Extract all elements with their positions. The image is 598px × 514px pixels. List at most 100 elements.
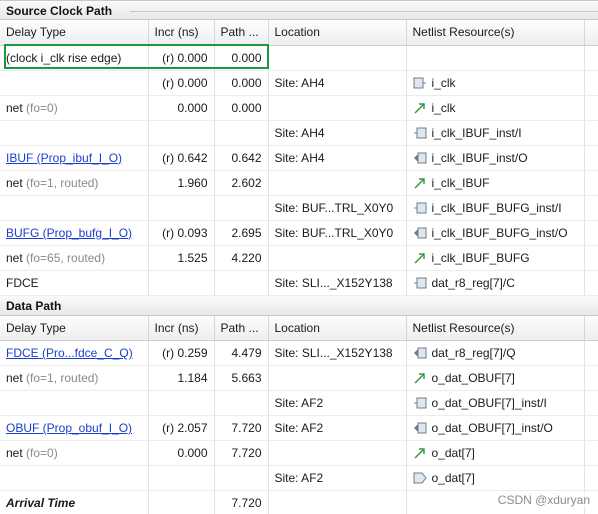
table-row[interactable]: FDCE (Pro...fdce_C_Q) (r) 0.259 4.479 Site:… — [0, 340, 598, 366]
netlist-resource-label: i_clk_IBUF_inst/O — [431, 150, 528, 165]
header-row: Delay Type Incr (ns) Path ... Location N… — [0, 315, 598, 341]
netlist-resource[interactable]: o_dat[7] — [413, 446, 578, 460]
netlist-resource[interactable]: i_clk_IBUF_inst/O — [413, 151, 578, 165]
netlist-resource-cell — [406, 45, 585, 71]
data-path-table: Delay Type Incr (ns) Path ... Location N… — [0, 315, 598, 514]
table-row[interactable]: Site: BUF...TRL_X0Y0 i_clk_IBUF_BUFG_inst… — [0, 195, 598, 221]
col-header-netlist-resources[interactable]: Netlist Resource(s) — [406, 315, 585, 341]
netlist-resource-cell: i_clk_IBUF_inst/I — [406, 120, 585, 146]
net-icon — [413, 447, 427, 459]
table-row[interactable]: net (fo=0) 0.000 0.000 i_clk — [0, 95, 598, 121]
netlist-resource-cell: i_clk_IBUF_BUFG_inst/I — [406, 195, 585, 221]
table-row[interactable]: Site: AF2 o_dat_OBUF[7]_inst/I — [0, 390, 598, 416]
delay-type-cell: net (fo=0) — [0, 95, 149, 121]
delay-type-cell[interactable]: FDCE (Pro...fdce_C_Q) — [0, 340, 149, 366]
delay-type-cell: net (fo=1, routed) — [0, 170, 149, 196]
table-row[interactable]: (r) 0.000 0.000 Site: AH4 i_clk — [0, 70, 598, 96]
netlist-resource-label: i_clk — [431, 100, 456, 115]
pin-in-icon — [413, 397, 427, 409]
netlist-resource-cell: i_clk — [406, 70, 585, 96]
spacer-cell — [584, 170, 598, 196]
delay-type-link[interactable]: FDCE (Pro...fdce_C_Q) — [6, 346, 133, 360]
netlist-resource[interactable]: i_clk — [413, 101, 578, 115]
netlist-resource-cell: o_dat_OBUF[7]_inst/O — [406, 415, 585, 441]
netlist-resource[interactable]: dat_r8_reg[7]/Q — [413, 346, 578, 360]
table-row[interactable]: net (fo=65, routed) 1.525 4.220 i_clk_IBUF_… — [0, 245, 598, 271]
delay-type-cell: net (fo=0) — [0, 440, 149, 466]
pin-out-icon — [413, 422, 427, 434]
path-cell: 4.220 — [214, 245, 269, 271]
delay-type-cell: FDCE — [0, 270, 149, 296]
incr-cell: (r) 0.093 — [148, 220, 215, 246]
spacer-cell — [584, 195, 598, 221]
netlist-resource-label: o_dat[7] — [431, 446, 475, 460]
spacer-cell — [584, 45, 598, 71]
netlist-resource-cell: o_dat_OBUF[7]_inst/I — [406, 390, 585, 416]
col-header-delay-type[interactable]: Delay Type — [0, 315, 149, 341]
table-row[interactable]: (clock i_clk rise edge) (r) 0.000 0.000 — [0, 45, 598, 71]
delay-type-text: net — [6, 175, 23, 190]
table-row[interactable]: IBUF (Prop_ibuf_I_O) (r) 0.642 0.642 Site: … — [0, 145, 598, 171]
table-row[interactable]: net (fo=1, routed) 1.184 5.663 o_dat_OBUF[7… — [0, 365, 598, 391]
col-header-path[interactable]: Path ... — [214, 20, 269, 46]
table-row[interactable]: BUFG (Prop_bufg_I_O) (r) 0.093 2.695 Site: … — [0, 220, 598, 246]
location-cell: Site: AF2 — [268, 390, 407, 416]
fanout-text: (fo=0) — [26, 446, 58, 460]
netlist-resource-label: i_clk — [431, 75, 456, 90]
netlist-resource[interactable]: i_clk — [413, 76, 578, 90]
spacer-cell — [584, 440, 598, 466]
netlist-resource[interactable]: o_dat_OBUF[7] — [413, 371, 578, 385]
col-header-location[interactable]: Location — [268, 20, 407, 46]
delay-type-cell[interactable]: OBUF (Prop_obuf_I_O) — [0, 415, 149, 441]
col-header-netlist-resources[interactable]: Netlist Resource(s) — [406, 20, 585, 46]
table-row[interactable]: Site: AH4 i_clk_IBUF_inst/I — [0, 120, 598, 146]
location-cell: Site: BUF...TRL_X0Y0 — [268, 195, 407, 221]
col-header-location[interactable]: Location — [268, 315, 407, 341]
table-row[interactable]: Site: AF2 o_dat[7] — [0, 465, 598, 491]
netlist-resource-label: o_dat_OBUF[7]_inst/O — [431, 421, 553, 435]
netlist-resource[interactable]: i_clk_IBUF_BUFG_inst/I — [413, 201, 578, 215]
netlist-resource[interactable]: o_dat[7] — [413, 471, 578, 485]
table-row[interactable]: net (fo=0) 0.000 7.720 o_dat[7] — [0, 440, 598, 466]
location-cell: Site: SLI..._X152Y138 — [268, 340, 407, 366]
netlist-resource[interactable]: i_clk_IBUF_inst/I — [413, 126, 578, 140]
delay-type-cell[interactable]: BUFG (Prop_bufg_I_O) — [0, 220, 149, 246]
delay-type-link[interactable]: IBUF (Prop_ibuf_I_O) — [6, 151, 122, 165]
delay-type-cell — [0, 120, 149, 146]
table-row[interactable]: FDCE Site: SLI..._X152Y138 dat_r8_reg[7]/C — [0, 270, 598, 296]
col-header-path[interactable]: Path ... — [214, 315, 269, 341]
netlist-resource[interactable]: i_clk_IBUF — [413, 176, 578, 190]
path-cell — [214, 195, 269, 221]
delay-type-cell[interactable]: IBUF (Prop_ibuf_I_O) — [0, 145, 149, 171]
netlist-resource[interactable]: o_dat_OBUF[7]_inst/I — [413, 396, 578, 410]
netlist-resource-cell: o_dat[7] — [406, 440, 585, 466]
netlist-resource[interactable]: i_clk_IBUF_BUFG_inst/O — [413, 226, 578, 240]
incr-cell: (r) 2.057 — [148, 415, 215, 441]
incr-cell — [148, 195, 215, 221]
fanout-text: (fo=0) — [26, 100, 58, 115]
path-cell — [214, 270, 269, 296]
netlist-resource[interactable]: i_clk_IBUF_BUFG — [413, 251, 578, 265]
location-cell: Site: SLI..._X152Y138 — [268, 270, 407, 296]
incr-cell: (r) 0.000 — [148, 45, 215, 71]
delay-type-text: net — [6, 371, 23, 385]
netlist-resource[interactable]: dat_r8_reg[7]/C — [413, 276, 578, 290]
table-row[interactable]: net (fo=1, routed) 1.960 2.602 i_clk_IBUF — [0, 170, 598, 196]
netlist-resource-cell: o_dat[7] — [406, 465, 585, 491]
netlist-resource[interactable]: o_dat_OBUF[7]_inst/O — [413, 421, 578, 435]
col-header-incr[interactable]: Incr (ns) — [148, 20, 215, 46]
spacer-cell — [584, 95, 598, 121]
delay-type-link[interactable]: BUFG (Prop_bufg_I_O) — [6, 226, 132, 240]
source-clock-path-table: Delay Type Incr (ns) Path ... Location N… — [0, 20, 598, 296]
netlist-resource-cell: o_dat_OBUF[7] — [406, 365, 585, 391]
col-header-incr[interactable]: Incr (ns) — [148, 315, 215, 341]
table-row[interactable]: OBUF (Prop_obuf_I_O) (r) 2.057 7.720 Site: … — [0, 415, 598, 441]
incr-cell — [148, 270, 215, 296]
spacer-cell — [584, 120, 598, 146]
path-cell: 0.000 — [214, 45, 269, 71]
col-header-delay-type[interactable]: Delay Type — [0, 20, 149, 46]
netlist-resource-label: dat_r8_reg[7]/Q — [431, 346, 516, 360]
delay-type-link[interactable]: OBUF (Prop_obuf_I_O) — [6, 421, 132, 435]
incr-cell — [148, 465, 215, 491]
delay-type-cell: (clock i_clk rise edge) — [0, 45, 149, 71]
